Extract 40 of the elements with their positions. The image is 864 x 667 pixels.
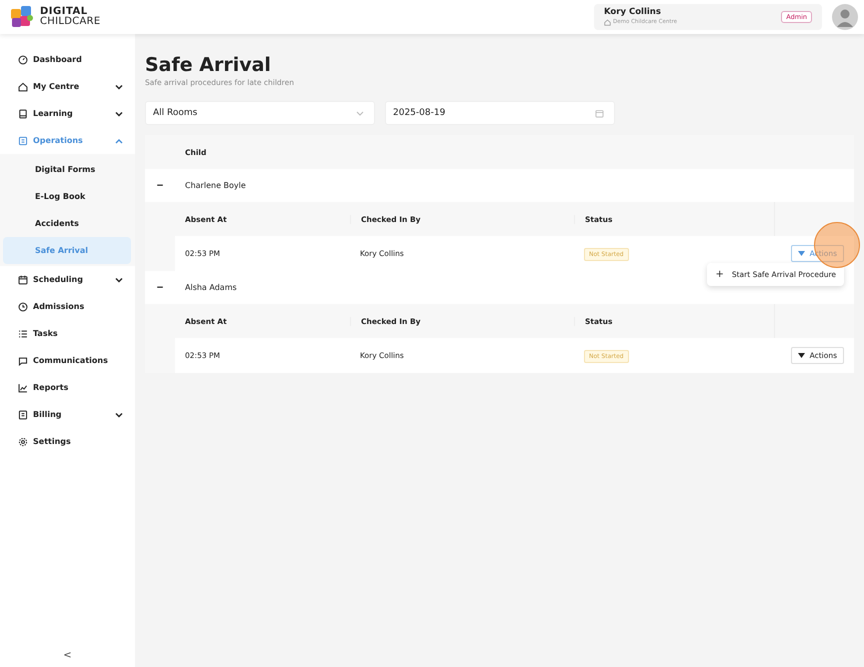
chevron-down-icon [356, 110, 364, 116]
page-title: Safe Arrival [145, 54, 272, 76]
gear-icon [18, 436, 28, 446]
chat-icon [18, 356, 28, 366]
sidebar-item[interactable]: My Centre [0, 73, 135, 100]
collapse-button[interactable]: < [0, 650, 135, 667]
home-icon [18, 82, 28, 92]
collapse-row-button[interactable]: − [145, 282, 175, 292]
brand-name: DIGITAL [40, 7, 88, 17]
brand-name: CHILDCARE [40, 17, 101, 27]
sidebar-item[interactable]: Tasks [0, 320, 135, 347]
avatar-icon[interactable] [832, 4, 858, 30]
dashboard-icon [18, 54, 28, 64]
plus-glyph: + [715, 269, 724, 280]
calendar-icon [18, 274, 28, 284]
date-field[interactable]: 2025-08-19 [385, 101, 615, 125]
book-icon [18, 108, 28, 118]
user-name: Kory Collins [604, 7, 662, 17]
chart-icon [18, 382, 28, 392]
clock-icon [18, 302, 28, 312]
sidebar-item[interactable]: Settings [0, 428, 135, 455]
home-icon [604, 18, 611, 26]
caret-down-icon [798, 353, 805, 358]
sidebar-item[interactable]: Learning [0, 100, 135, 127]
child-name: Alsha Adams [185, 283, 237, 292]
sidebar-item[interactable]: Billing [0, 401, 135, 428]
calendar-icon [595, 108, 604, 118]
caret-down-icon [798, 251, 805, 256]
sidebar-item[interactable]: Dashboard [0, 46, 135, 73]
sidebar-item[interactable]: Reports [0, 374, 135, 401]
sidebar-subitem[interactable]: E-Log Book [3, 183, 131, 210]
sidebar-subitem[interactable]: Digital Forms [3, 156, 131, 183]
collapse-row-button[interactable]: − [145, 180, 175, 190]
sidebar-item[interactable]: Communications [0, 347, 135, 374]
list-icon [18, 328, 28, 338]
sidebar-item[interactable]: Admissions [0, 293, 135, 320]
sidebar-item[interactable]: Scheduling [0, 266, 135, 293]
child-name: Charlene Boyle [185, 181, 246, 190]
sidebar-subitem[interactable]: Accidents [3, 210, 131, 237]
room-select[interactable]: All Rooms [145, 101, 375, 125]
